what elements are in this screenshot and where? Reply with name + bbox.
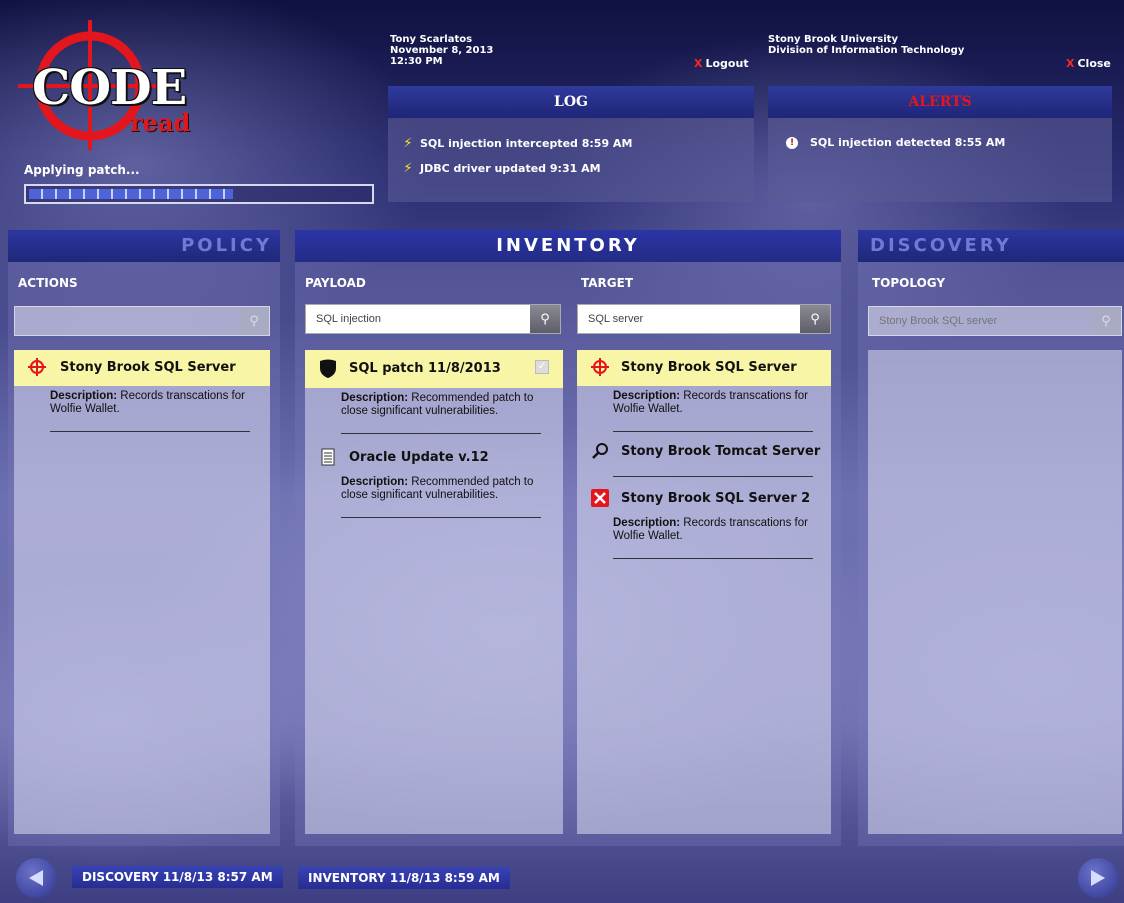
user-date: November 8, 2013 xyxy=(390,45,494,56)
crosshair-icon xyxy=(587,358,613,376)
status-text: Applying patch... xyxy=(24,163,140,177)
payload-search[interactable]: ⚲ xyxy=(305,304,561,334)
alert-text: SQL injection detected 8:55 AM xyxy=(810,136,1006,149)
actions-list: Stony Brook SQL Server Description: Reco… xyxy=(14,350,270,834)
list-item[interactable]: Stony Brook Tomcat Server xyxy=(577,434,831,470)
org-info: Stony Brook University Division of Infor… xyxy=(768,34,964,56)
target-search[interactable]: ⚲ xyxy=(577,304,831,334)
divider xyxy=(613,431,813,432)
progress-bar xyxy=(24,184,374,204)
item-description: Description: Records transcations for Wo… xyxy=(50,390,255,416)
topology-list xyxy=(868,350,1122,834)
divider xyxy=(341,517,541,518)
progress-fill xyxy=(29,189,233,199)
list-item[interactable]: Stony Brook SQL Server xyxy=(14,350,270,386)
inventory-column: INVENTORY PAYLOAD ⚲ SQL patch 11/8/2013 … xyxy=(295,230,841,846)
list-item[interactable]: Oracle Update v.12 xyxy=(305,440,563,476)
logout-link[interactable]: X Logout xyxy=(694,57,749,70)
item-description: Description: Records transcations for Wo… xyxy=(613,517,818,543)
item-title: Oracle Update v.12 xyxy=(349,449,489,465)
org-name: Stony Brook University xyxy=(768,34,898,45)
user-time: 12:30 PM xyxy=(390,56,443,67)
lightning-icon: ⚡ xyxy=(403,136,413,151)
search-icon[interactable]: ⚲ xyxy=(1091,307,1121,335)
topology-search-input[interactable] xyxy=(869,307,1091,335)
nav-back-button[interactable] xyxy=(16,858,56,898)
desc-label: Description: xyxy=(50,390,118,402)
policy-column: POLICY ACTIONS ⚲ Stony Brook SQL Server … xyxy=(8,230,280,846)
target-label: TARGET xyxy=(581,276,634,290)
discovery-timestamp[interactable]: DISCOVERY 11/8/13 8:57 AM xyxy=(72,866,283,888)
actions-search-input[interactable] xyxy=(15,307,239,335)
search-icon[interactable]: ⚲ xyxy=(800,305,830,333)
search-icon[interactable]: ⚲ xyxy=(530,305,560,333)
close-label: Close xyxy=(1077,57,1111,70)
red-x-icon xyxy=(587,489,613,507)
alert-item: ! SQL injection detected 8:55 AM xyxy=(772,136,1108,149)
alerts-title: ALERTS xyxy=(768,86,1112,118)
shield-icon xyxy=(315,358,341,378)
desc-label: Description: xyxy=(613,517,681,529)
payload-list: SQL patch 11/8/2013 ✓ Description: Recom… xyxy=(305,350,563,834)
list-item[interactable]: SQL patch 11/8/2013 ✓ xyxy=(305,350,563,388)
desc-label: Description: xyxy=(341,392,409,404)
log-title: LOG xyxy=(388,86,754,118)
list-item[interactable]: Stony Brook SQL Server 2 xyxy=(577,481,831,517)
checkbox[interactable]: ✓ xyxy=(535,360,549,374)
lightning-icon: ⚡ xyxy=(403,161,413,176)
close-x-icon: X xyxy=(1066,57,1075,70)
log-panel: LOG ⚡ SQL injection intercepted 8:59 AM … xyxy=(388,86,754,202)
payload-label: PAYLOAD xyxy=(305,276,366,290)
inventory-title[interactable]: INVENTORY xyxy=(295,230,841,262)
item-title: Stony Brook SQL Server xyxy=(60,359,236,375)
log-item: ⚡ JDBC driver updated 9:31 AM xyxy=(396,161,746,176)
user-name: Tony Scarlatos xyxy=(390,34,473,45)
close-link[interactable]: X Close xyxy=(1066,57,1111,70)
arrow-right-icon xyxy=(1091,870,1105,886)
policy-title[interactable]: POLICY xyxy=(8,230,280,262)
logout-label: Logout xyxy=(705,57,749,70)
divider xyxy=(613,558,813,559)
payload-search-input[interactable] xyxy=(306,305,530,333)
desc-label: Description: xyxy=(613,390,681,402)
alerts-panel: ALERTS ! SQL injection detected 8:55 AM xyxy=(768,86,1112,202)
user-info: Tony Scarlatos November 8, 2013 12:30 PM xyxy=(390,34,493,67)
log-item: ⚡ SQL injection intercepted 8:59 AM xyxy=(396,136,746,151)
actions-search[interactable]: ⚲ xyxy=(14,306,270,336)
topology-search[interactable]: ⚲ xyxy=(868,306,1122,336)
desc-label: Description: xyxy=(341,476,409,488)
log-text: SQL injection intercepted 8:59 AM xyxy=(420,137,633,150)
log-text: JDBC driver updated 9:31 AM xyxy=(420,162,601,175)
list-item[interactable]: Stony Brook SQL Server xyxy=(577,350,831,386)
item-description: Description: Records transcations for Wo… xyxy=(613,390,818,416)
item-description: Description: Recommended patch to close … xyxy=(341,476,546,502)
target-list: Stony Brook SQL Server Description: Reco… xyxy=(577,350,831,834)
magnifier-icon xyxy=(587,442,613,460)
divider xyxy=(613,476,813,477)
discovery-column: DISCOVERY TOPOLOGY ⚲ xyxy=(858,230,1124,846)
org-division: Division of Information Technology xyxy=(768,45,965,56)
discovery-title[interactable]: DISCOVERY xyxy=(858,230,1124,262)
divider xyxy=(341,433,541,434)
item-title: SQL patch 11/8/2013 xyxy=(349,360,501,376)
alert-icon: ! xyxy=(786,136,798,149)
item-title: Stony Brook Tomcat Server xyxy=(621,443,821,459)
nav-forward-button[interactable] xyxy=(1078,858,1118,898)
item-title: Stony Brook SQL Server 2 xyxy=(621,490,811,506)
logo-subword: read xyxy=(130,108,191,137)
close-x-icon: X xyxy=(694,57,703,70)
inventory-timestamp[interactable]: INVENTORY 11/8/13 8:59 AM xyxy=(298,867,510,889)
divider xyxy=(50,431,250,432)
item-description: Description: Recommended patch to close … xyxy=(341,392,546,418)
app-logo: CODE read xyxy=(18,20,198,150)
search-icon[interactable]: ⚲ xyxy=(239,307,269,335)
target-search-input[interactable] xyxy=(578,305,800,333)
crosshair-icon xyxy=(24,358,50,376)
arrow-left-icon xyxy=(29,870,43,886)
actions-label: ACTIONS xyxy=(18,276,78,290)
item-title: Stony Brook SQL Server xyxy=(621,359,797,375)
document-icon xyxy=(315,448,341,466)
topology-label: TOPOLOGY xyxy=(872,276,946,290)
